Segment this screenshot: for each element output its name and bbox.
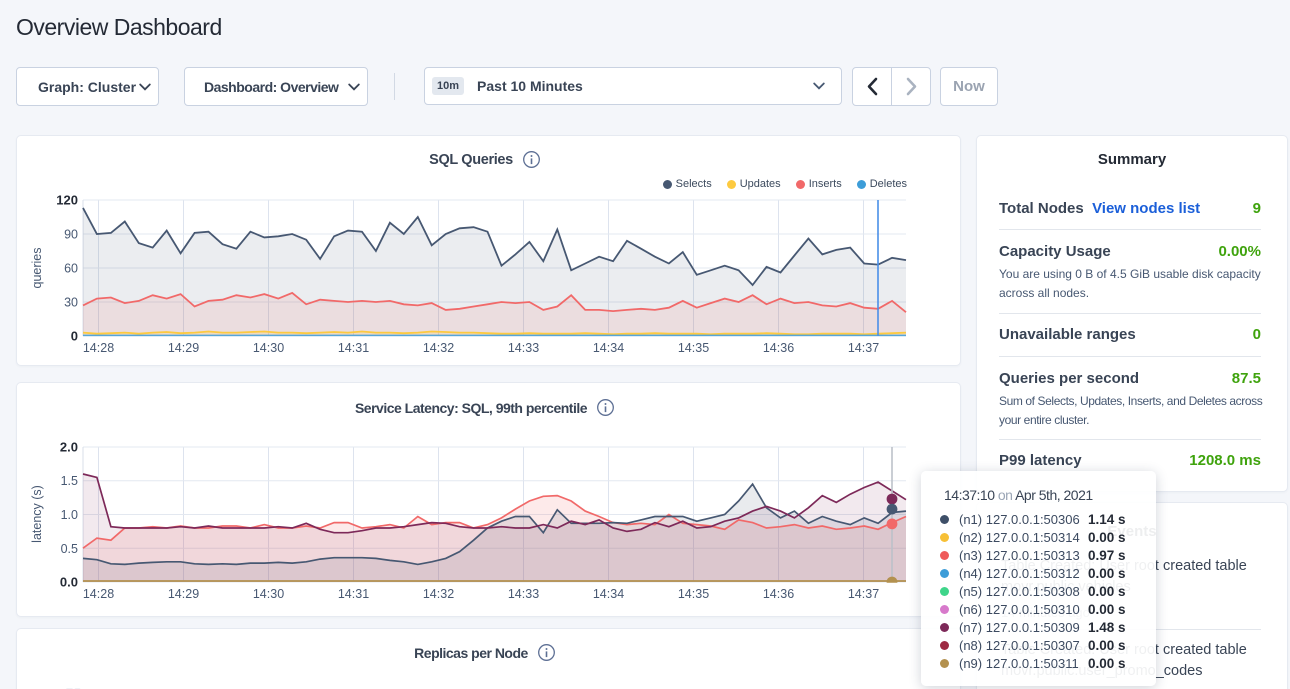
svg-text:14:37: 14:37: [848, 341, 879, 355]
svg-text:14:34: 14:34: [593, 341, 624, 355]
svg-text:0.5: 0.5: [61, 542, 78, 556]
svg-text:14:31: 14:31: [338, 341, 369, 355]
svg-text:14:34: 14:34: [593, 587, 624, 601]
svg-text:14:35: 14:35: [678, 587, 709, 601]
svg-text:14:31: 14:31: [338, 587, 369, 601]
svg-text:90: 90: [64, 228, 78, 242]
svg-text:14:36: 14:36: [763, 587, 794, 601]
svg-text:14:30: 14:30: [253, 341, 284, 355]
svg-text:queries: queries: [30, 248, 44, 289]
svg-text:14:35: 14:35: [678, 341, 709, 355]
svg-text:14:32: 14:32: [423, 587, 454, 601]
svg-text:14:28: 14:28: [83, 587, 114, 601]
svg-text:0: 0: [71, 329, 78, 344]
svg-text:14:28: 14:28: [83, 341, 114, 355]
svg-text:14:37: 14:37: [848, 587, 879, 601]
svg-text:1.5: 1.5: [61, 474, 78, 488]
svg-text:14:29: 14:29: [168, 587, 199, 601]
svg-text:60: 60: [64, 262, 78, 276]
svg-text:0.0: 0.0: [60, 575, 78, 590]
svg-text:14:33: 14:33: [508, 341, 539, 355]
svg-text:latency (s): latency (s): [30, 485, 44, 543]
svg-text:2.0: 2.0: [60, 440, 78, 455]
svg-text:14:32: 14:32: [423, 341, 454, 355]
svg-text:14:36: 14:36: [763, 341, 794, 355]
svg-text:30: 30: [64, 296, 78, 310]
svg-text:14:30: 14:30: [253, 587, 284, 601]
svg-text:14:29: 14:29: [168, 341, 199, 355]
svg-text:14:33: 14:33: [508, 587, 539, 601]
svg-text:1.0: 1.0: [61, 508, 78, 522]
svg-text:120: 120: [56, 193, 78, 208]
